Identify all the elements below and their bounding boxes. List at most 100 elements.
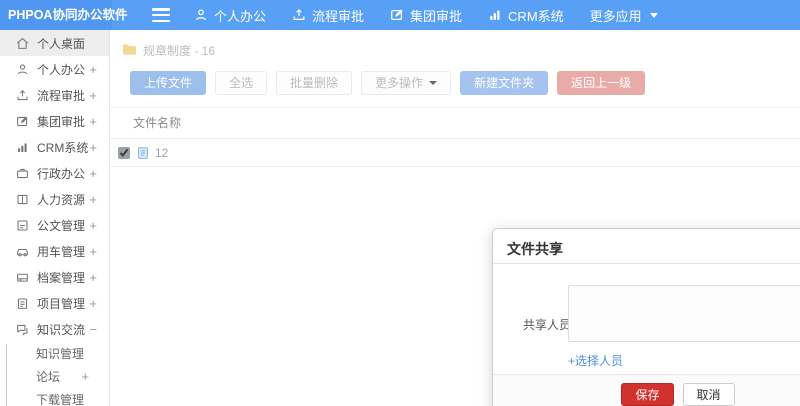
sidebar-item-knowledge-exchange[interactable]: 知识交流 − — [0, 316, 109, 342]
clipboard-icon — [16, 297, 29, 310]
bar-chart-icon — [488, 8, 502, 22]
top-header-bar: PHPOA协同办公软件 个人办公 流程审批 集团审批 CRM系统 更多应用 — [0, 0, 800, 30]
sidebar-item-label: 知识交流 — [37, 322, 86, 337]
briefcase-icon — [16, 167, 29, 180]
sidebar-subitem-forum[interactable]: 论坛 + — [0, 365, 109, 388]
chat-bubbles-icon — [16, 323, 29, 336]
nav-group-approval[interactable]: 集团审批 — [390, 6, 462, 25]
sidebar-item-label: 项目管理 — [37, 296, 86, 311]
submenu-guide-line — [6, 344, 7, 406]
hamburger-menu-icon[interactable] — [152, 8, 170, 22]
sidebar-item-vehicle-mgmt[interactable]: 用车管理 + — [0, 238, 109, 264]
sidebar-item-crm[interactable]: CRM系统 + — [0, 134, 109, 160]
sidebar-subitem-label: 论坛 — [36, 370, 61, 384]
new-folder-button[interactable]: 新建文件夹 — [460, 71, 549, 95]
caret-down-icon — [429, 81, 438, 85]
document-edit-icon — [16, 219, 29, 232]
expand-plus-icon[interactable]: + — [89, 296, 97, 311]
home-icon — [16, 37, 29, 50]
bar-chart-icon — [16, 141, 29, 154]
sidebar-item-label: CRM系统 — [37, 140, 89, 155]
batch-delete-button[interactable]: 批量删除 — [276, 71, 353, 95]
knowledge-exchange-submenu: 知识管理 论坛 + 下载管理 — [0, 342, 109, 406]
table-row[interactable]: 12 — [110, 139, 800, 167]
more-actions-dropdown[interactable]: 更多操作 — [361, 71, 452, 95]
sidebar-item-document-mgmt[interactable]: 公文管理 + — [0, 212, 109, 238]
collapse-minus-icon[interactable]: − — [89, 322, 97, 337]
sidebar-item-personal-office[interactable]: 个人办公 + — [0, 56, 109, 82]
sidebar-item-label: 用车管理 — [37, 244, 86, 259]
user-icon — [16, 63, 29, 76]
breadcrumb-text: 规章制度 - 16 — [143, 44, 216, 58]
sidebar-item-label: 流程审批 — [37, 88, 86, 103]
file-name: 12 — [155, 145, 169, 160]
nav-label: 个人办公 — [214, 8, 267, 24]
edit-square-icon — [16, 115, 29, 128]
sidebar-item-label: 集团审批 — [37, 114, 86, 129]
expand-plus-icon[interactable]: + — [89, 244, 97, 259]
sidebar-item-personal-desktop[interactable]: 个人桌面 — [0, 30, 109, 56]
expand-plus-icon[interactable]: + — [89, 166, 97, 181]
modal-footer: 保存 取消 — [493, 374, 800, 406]
sidebar-item-archive-mgmt[interactable]: 档案管理 + — [0, 264, 109, 290]
sidebar-item-label: 个人办公 — [37, 62, 86, 77]
book-icon — [16, 193, 29, 206]
breadcrumb: 规章制度 - 16 — [110, 30, 800, 59]
nav-label: 集团审批 — [410, 8, 463, 24]
modal-header: 文件共享 — [493, 229, 800, 264]
cancel-button[interactable]: 取消 — [682, 383, 735, 406]
expand-plus-icon[interactable]: + — [89, 218, 97, 233]
sidebar-item-label: 公文管理 — [37, 218, 86, 233]
sidebar-subitem-knowledge-mgmt[interactable]: 知识管理 — [0, 342, 109, 365]
nav-more-apps[interactable]: 更多应用 — [590, 6, 658, 25]
sidebar-item-label: 个人桌面 — [37, 36, 86, 51]
file-name-column-header: 文件名称 — [110, 107, 800, 139]
drive-icon — [16, 271, 29, 284]
sidebar-subitem-download-mgmt[interactable]: 下载管理 — [0, 388, 109, 406]
row-checkbox[interactable] — [118, 146, 130, 159]
expand-plus-icon[interactable]: + — [81, 369, 89, 384]
choose-personnel-link[interactable]: +选择人员 — [568, 352, 623, 369]
nav-label: 流程审批 — [312, 8, 365, 24]
car-icon — [16, 245, 29, 258]
file-table: 文件名称 12 — [110, 107, 800, 167]
upload-file-button[interactable]: 上传文件 — [130, 71, 207, 95]
nav-process-approval[interactable]: 流程审批 — [292, 6, 364, 25]
sidebar-subitem-label: 下载管理 — [36, 393, 85, 406]
sidebar-item-process-approval[interactable]: 流程审批 + — [0, 82, 109, 108]
share-personnel-input[interactable] — [568, 285, 800, 342]
sidebar-item-hr[interactable]: 人力资源 + — [0, 186, 109, 212]
user-icon — [194, 8, 208, 22]
expand-plus-icon[interactable]: + — [89, 192, 97, 207]
upload-tray-icon — [292, 8, 306, 22]
sidebar-subitem-label: 知识管理 — [36, 347, 85, 361]
sidebar-item-label: 人力资源 — [37, 192, 86, 207]
folder-icon — [122, 43, 137, 59]
modal-body: 共享人员 +选择人员 — [493, 264, 800, 374]
app-window: PHPOA协同办公软件 个人办公 流程审批 集团审批 CRM系统 更多应用 个人… — [0, 0, 800, 406]
file-icon — [136, 146, 150, 160]
expand-plus-icon[interactable]: + — [89, 140, 97, 155]
sidebar: 个人桌面 个人办公 + 流程审批 + 集团审批 + CRM系统 + 行政办公 + — [0, 30, 110, 406]
top-navigation: 个人办公 流程审批 集团审批 CRM系统 更多应用 — [194, 6, 658, 25]
caret-down-icon — [649, 12, 658, 18]
nav-crm-system[interactable]: CRM系统 — [488, 6, 564, 25]
file-toolbar: 上传文件 全选 批量删除 更多操作 新建文件夹 返回上一级 — [130, 71, 800, 95]
expand-plus-icon[interactable]: + — [89, 114, 97, 129]
app-logo: PHPOA协同办公软件 — [0, 0, 127, 30]
sidebar-item-project-mgmt[interactable]: 项目管理 + — [0, 290, 109, 316]
sidebar-item-group-approval[interactable]: 集团审批 + — [0, 108, 109, 134]
share-personnel-label: 共享人员 — [523, 318, 572, 332]
upload-tray-icon — [16, 89, 29, 102]
select-all-button[interactable]: 全选 — [215, 71, 268, 95]
expand-plus-icon[interactable]: + — [89, 270, 97, 285]
go-back-button[interactable]: 返回上一级 — [557, 71, 646, 95]
expand-plus-icon[interactable]: + — [89, 88, 97, 103]
sidebar-item-label: 行政办公 — [37, 166, 86, 181]
more-actions-label: 更多操作 — [375, 76, 424, 90]
expand-plus-icon[interactable]: + — [89, 62, 97, 77]
nav-personal-office[interactable]: 个人办公 — [194, 6, 266, 25]
sidebar-item-admin-office[interactable]: 行政办公 + — [0, 160, 109, 186]
save-button[interactable]: 保存 — [621, 383, 674, 406]
file-share-modal: 文件共享 共享人员 +选择人员 保存 取消 — [492, 228, 800, 406]
